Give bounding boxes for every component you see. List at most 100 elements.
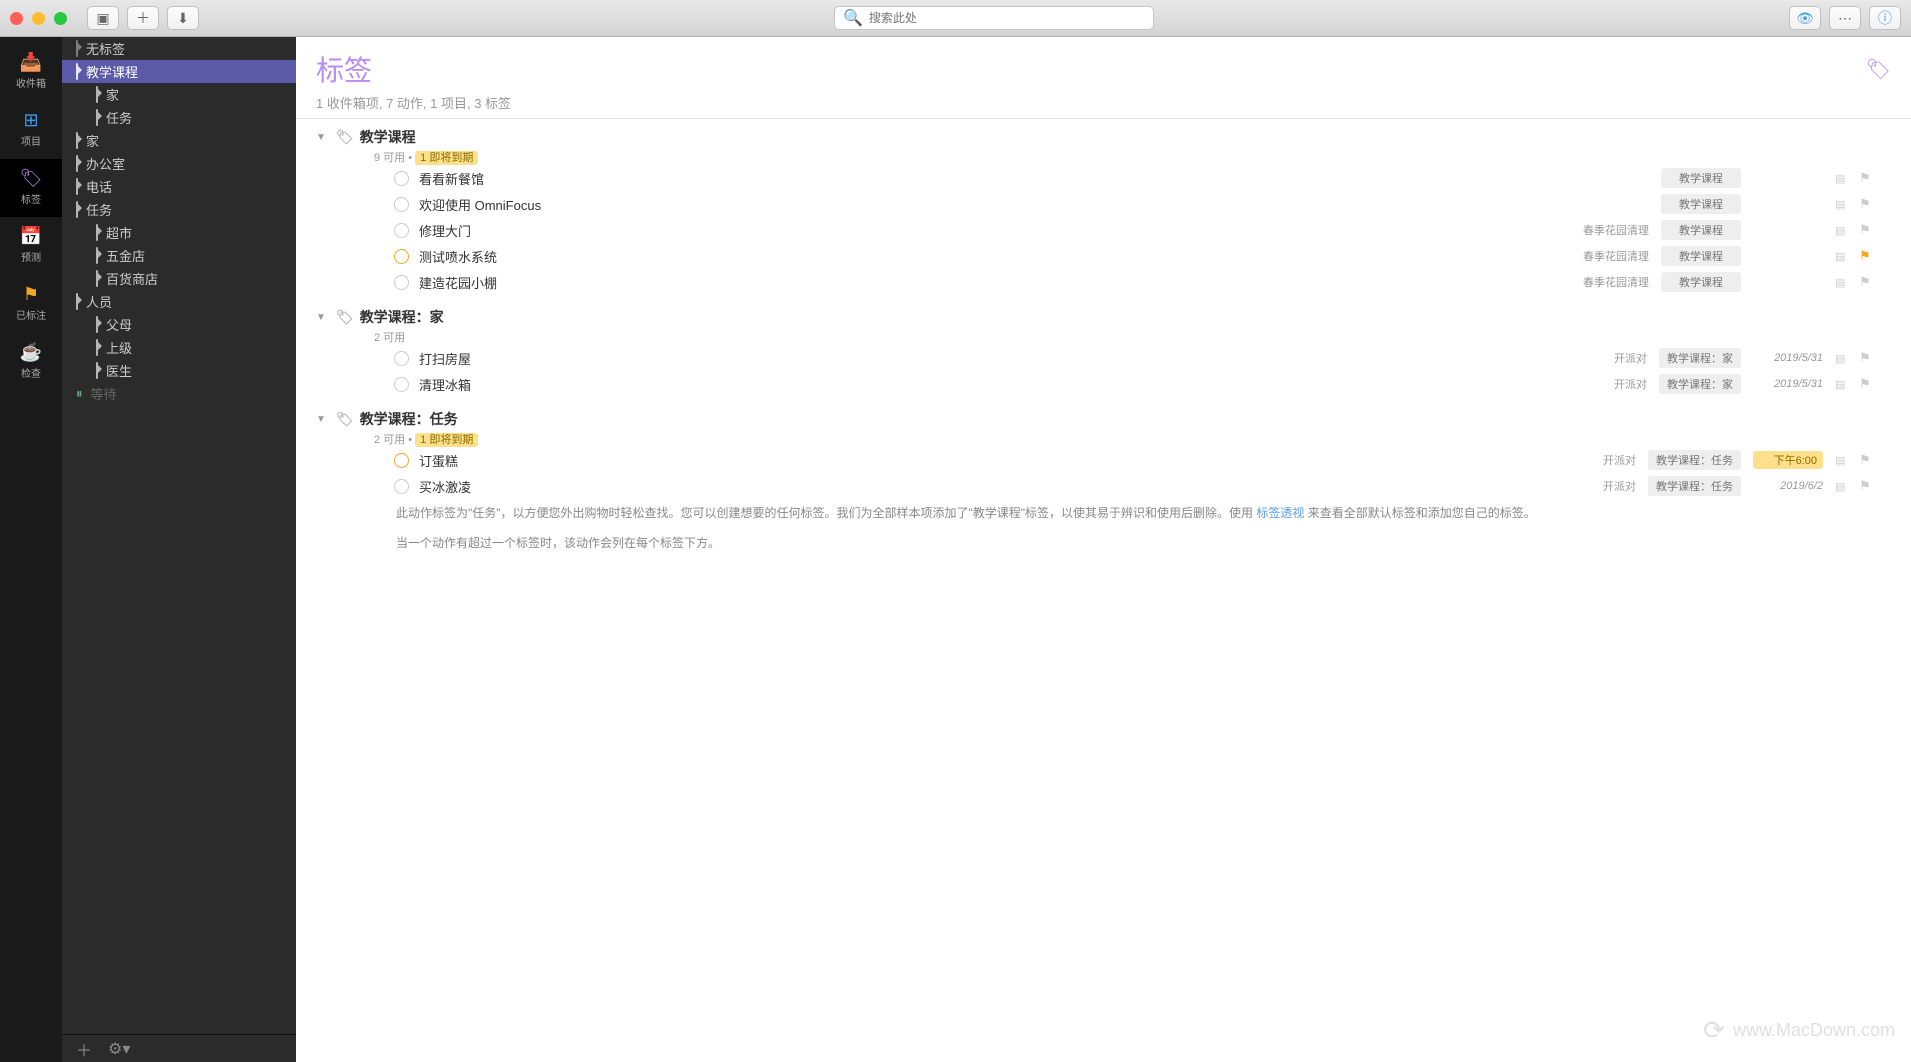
- disclosure-icon[interactable]: ▼: [316, 312, 326, 323]
- task-row[interactable]: 买冰激凌 开派对 教学课程：任务 2019/6/2 ▤ ⚑: [316, 473, 1891, 499]
- sidebar-tag-item[interactable]: 任务: [62, 198, 296, 221]
- sidebar-tag-item[interactable]: 家: [62, 129, 296, 152]
- task-row[interactable]: 修理大门 春季花园清理 教学课程 ▤ ⚑: [316, 217, 1891, 243]
- sidebar-item-label: 超市: [106, 223, 132, 242]
- close-window-button[interactable]: [10, 12, 23, 25]
- task-project: 春季花园清理: [1559, 222, 1649, 238]
- tags-perspective-link[interactable]: 标签透视: [1256, 506, 1304, 520]
- content-area: 标签 1 收件箱项, 7 动作, 1 项目, 3 标签 🏷 ▼ 🏷 教学课程 9…: [296, 37, 1911, 1062]
- task-tag-chip[interactable]: 教学课程: [1661, 246, 1741, 266]
- flag-icon[interactable]: ⚑: [1859, 196, 1871, 212]
- tag-icon: 🏷: [336, 309, 354, 326]
- view-button[interactable]: 👁: [1789, 6, 1821, 30]
- task-row[interactable]: 打扫房屋 开派对 教学课程：家 2019/5/31 ▤ ⚑: [316, 345, 1891, 371]
- task-tag-chip[interactable]: 教学课程: [1661, 220, 1741, 240]
- sidebar-tag-item[interactable]: 办公室: [62, 152, 296, 175]
- task-checkbox[interactable]: [394, 197, 409, 212]
- group-header[interactable]: ▼ 🏷 教学课程：家: [354, 307, 1891, 327]
- note-icon[interactable]: ▤: [1835, 250, 1847, 262]
- task-tag-chip[interactable]: 教学课程: [1661, 168, 1741, 188]
- sidebar-tag-item[interactable]: 医生: [62, 359, 296, 382]
- tag-icon: [96, 248, 98, 263]
- tag-icon: [76, 202, 78, 217]
- sidebar-gear-button[interactable]: ⚙▾: [108, 1039, 130, 1059]
- task-checkbox[interactable]: [394, 249, 409, 264]
- group-header[interactable]: ▼ 🏷 教学课程：任务: [354, 409, 1891, 429]
- task-checkbox[interactable]: [394, 453, 409, 468]
- search-input[interactable]: [869, 11, 1145, 25]
- sidebar-tag-item[interactable]: 任务: [62, 106, 296, 129]
- note-icon[interactable]: ▤: [1835, 480, 1847, 492]
- note-icon[interactable]: ▤: [1835, 224, 1847, 236]
- sidebar-tag-item[interactable]: 无标签: [62, 37, 296, 60]
- task-tag-chip[interactable]: 教学课程: [1661, 194, 1741, 214]
- sidebar-tag-item[interactable]: 教学课程: [62, 60, 296, 83]
- window-controls: [10, 12, 67, 25]
- task-project: 开派对: [1546, 452, 1636, 468]
- task-tag-chip[interactable]: 教学课程：任务: [1648, 450, 1741, 470]
- flag-icon[interactable]: ⚑: [1859, 452, 1871, 468]
- flag-icon[interactable]: ⚑: [1859, 248, 1871, 264]
- task-project: 开派对: [1546, 478, 1636, 494]
- task-row[interactable]: 建造花园小棚 春季花园清理 教学课程 ▤ ⚑: [316, 269, 1891, 295]
- group-header[interactable]: ▼ 🏷 教学课程: [354, 127, 1891, 147]
- rail-tags[interactable]: 🏷标签: [0, 159, 62, 217]
- search-field[interactable]: 🔍: [834, 6, 1154, 30]
- task-tag-chip[interactable]: 教学课程：家: [1659, 348, 1741, 368]
- disclosure-icon[interactable]: ▼: [316, 132, 326, 143]
- task-row[interactable]: 测试喷水系统 春季花园清理 教学课程 ▤ ⚑: [316, 243, 1891, 269]
- task-row[interactable]: 清理冰箱 开派对 教学课程：家 2019/5/31 ▤ ⚑: [316, 371, 1891, 397]
- sidebar-tag-item[interactable]: 超市: [62, 221, 296, 244]
- search-icon: 🔍: [843, 8, 863, 28]
- task-checkbox[interactable]: [394, 223, 409, 238]
- sidebar-tag-item[interactable]: 人员: [62, 290, 296, 313]
- note-icon[interactable]: ▤: [1835, 378, 1847, 390]
- note-icon[interactable]: ▤: [1835, 276, 1847, 288]
- task-checkbox[interactable]: [394, 171, 409, 186]
- sidebar-tag-item[interactable]: 五金店: [62, 244, 296, 267]
- sidebar-tag-item[interactable]: 百货商店: [62, 267, 296, 290]
- sidebar-toggle-button[interactable]: ▣: [87, 6, 119, 30]
- task-checkbox[interactable]: [394, 351, 409, 366]
- page-title: 标签: [316, 49, 511, 89]
- sidebar-tag-item[interactable]: 电话: [62, 175, 296, 198]
- task-checkbox[interactable]: [394, 377, 409, 392]
- note-icon[interactable]: ▤: [1835, 454, 1847, 466]
- note-icon[interactable]: ▤: [1835, 198, 1847, 210]
- flag-icon[interactable]: ⚑: [1859, 170, 1871, 186]
- rail-inbox[interactable]: 📥收件箱: [0, 43, 62, 101]
- task-row[interactable]: 订蛋糕 开派对 教学课程：任务 下午6:00 ▤ ⚑: [316, 447, 1891, 473]
- add-tag-button[interactable]: ＋: [76, 1037, 92, 1061]
- task-row[interactable]: 欢迎使用 OmniFocus 教学课程 ▤ ⚑: [316, 191, 1891, 217]
- info-button[interactable]: ⓘ: [1869, 6, 1901, 30]
- rail-review[interactable]: ☕检查: [0, 333, 62, 391]
- note-icon[interactable]: ▤: [1835, 172, 1847, 184]
- flag-icon[interactable]: ⚑: [1859, 222, 1871, 238]
- task-checkbox[interactable]: [394, 275, 409, 290]
- note-icon[interactable]: ▤: [1835, 352, 1847, 364]
- rail-flagged[interactable]: ⚑已标注: [0, 275, 62, 333]
- task-tag-chip[interactable]: 教学课程: [1661, 272, 1741, 292]
- download-button[interactable]: ⬇: [167, 6, 199, 30]
- rail-forecast[interactable]: 📅预测: [0, 217, 62, 275]
- sidebar-tag-item[interactable]: 上级: [62, 336, 296, 359]
- sidebar-tag-item[interactable]: 父母: [62, 313, 296, 336]
- settings-button[interactable]: ⋯: [1829, 6, 1861, 30]
- task-checkbox[interactable]: [394, 479, 409, 494]
- add-button[interactable]: ＋: [127, 6, 159, 30]
- task-row[interactable]: 看看新餐馆 教学课程 ▤ ⚑: [316, 165, 1891, 191]
- sidebar-tag-item[interactable]: 家: [62, 83, 296, 106]
- task-tag-chip[interactable]: 教学课程：任务: [1648, 476, 1741, 496]
- minimize-window-button[interactable]: [32, 12, 45, 25]
- rail-projects[interactable]: ⊞项目: [0, 101, 62, 159]
- flag-icon[interactable]: ⚑: [1859, 350, 1871, 366]
- task-project: 春季花园清理: [1559, 274, 1649, 290]
- tag-icon: [96, 317, 98, 332]
- flag-icon[interactable]: ⚑: [1859, 376, 1871, 392]
- flag-icon[interactable]: ⚑: [1859, 274, 1871, 290]
- flag-icon[interactable]: ⚑: [1859, 478, 1871, 494]
- sidebar-tag-item[interactable]: ⏸等待: [62, 382, 296, 405]
- task-tag-chip[interactable]: 教学课程：家: [1659, 374, 1741, 394]
- zoom-window-button[interactable]: [54, 12, 67, 25]
- disclosure-icon[interactable]: ▼: [316, 414, 326, 425]
